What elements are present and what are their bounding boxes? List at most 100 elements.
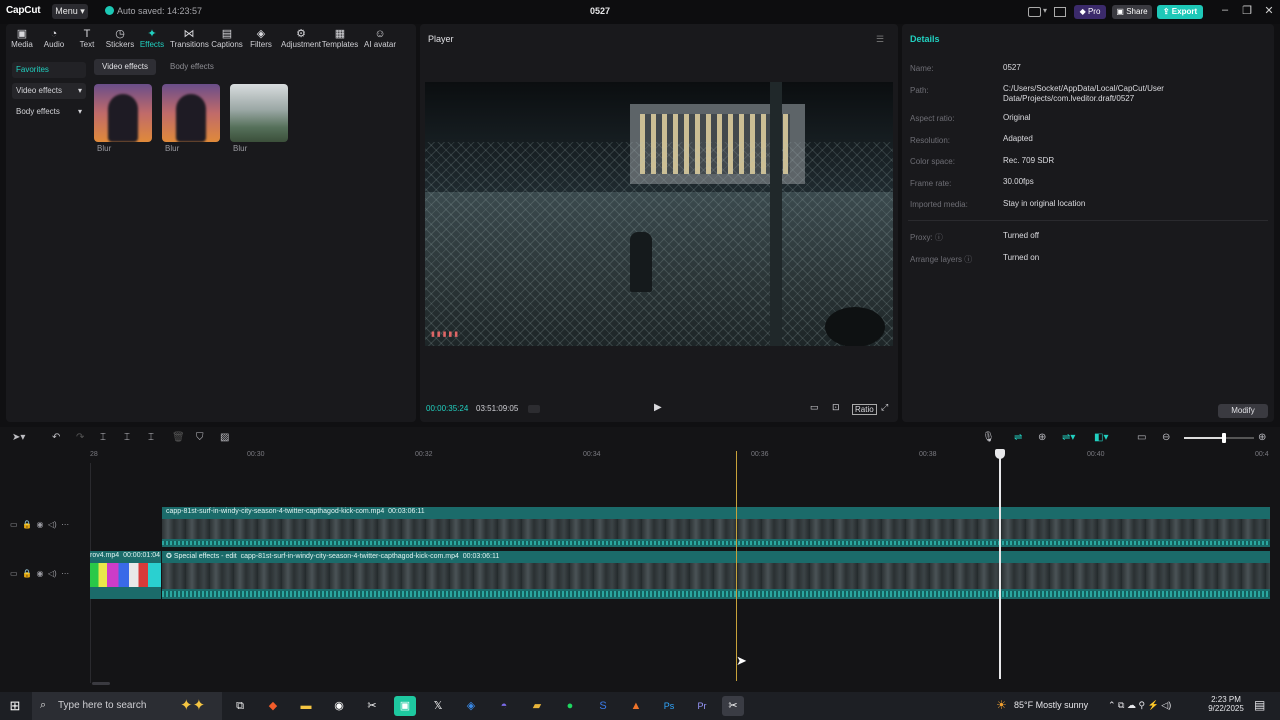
sparkle-icon[interactable]: ✦✦ [180,696,205,714]
brave-icon[interactable]: ◆ [262,696,284,716]
capcut-taskbar-icon[interactable]: ✂ [361,696,383,716]
playhead[interactable] [999,451,1001,679]
cover-icon[interactable]: ▭ [10,569,18,578]
effect-thumbnail[interactable] [162,84,220,142]
share-button[interactable]: ▣ Share [1112,5,1152,19]
visibility-icon[interactable]: ◉ [36,520,43,529]
fullscreen-preview-icon[interactable]: ▭ [810,402,819,413]
zoom-slider-handle[interactable] [1222,433,1226,443]
sidebar-item-favorites[interactable]: Favorites [12,62,86,78]
mute-icon[interactable]: ◁) [48,520,57,529]
video-preview[interactable]: ▮ ▮ ▮ ▮ ▮ [425,82,893,346]
clip-frames [162,519,1270,539]
more-icon[interactable]: ⋯ [61,569,69,578]
ruler-label: 00:40 [1087,451,1105,458]
chrome-icon[interactable]: ◉ [328,696,350,716]
ai-avatar-icon: ☺ [374,28,386,40]
discord-icon[interactable]: ◓ [493,696,515,716]
app-icon[interactable]: ▰ [526,696,548,716]
photoshop-icon[interactable]: Ps [658,696,680,716]
auto-snap-icon[interactable]: ⊕ [1038,432,1046,443]
effect-thumbnail[interactable] [94,84,152,142]
main-track-magnet-icon[interactable]: ⇌ [1014,432,1022,443]
minimize-icon[interactable]: – [1217,4,1233,16]
windows-start-icon[interactable]: ⊞ [4,696,26,716]
timecode-toggle[interactable] [528,405,540,413]
templates-icon: ▦ [334,28,346,40]
effect-thumbnail[interactable] [230,84,288,142]
tab-captions[interactable]: ▤ Captions [208,28,246,49]
tab-transitions[interactable]: ⋈ Transitions [170,28,209,49]
visibility-icon[interactable]: ◉ [36,569,43,578]
app-icon[interactable]: ◈ [460,696,482,716]
caption-icon[interactable]: ▭ [1137,432,1146,443]
x-app-icon[interactable]: 𝕏 [427,696,449,716]
zoom-in-icon[interactable]: ⊕ [1258,432,1266,443]
menu-button[interactable]: Menu ▾ [52,4,88,19]
delete-icon[interactable]: 🗑 [172,432,185,443]
crop-icon[interactable]: ▨ [220,432,229,443]
modify-button[interactable]: Modify [1218,404,1268,418]
tab-templates[interactable]: ▦ Templates [321,28,359,49]
zoom-slider[interactable] [1184,433,1254,443]
video-clip[interactable]: ✪ Special effects - edit capp-81st-surf-… [162,551,1270,599]
maximize-icon[interactable]: ❐ [1239,4,1255,17]
clock[interactable]: 2:23 PM 9/22/2025 [1200,695,1252,713]
video-clip[interactable]: capp-81st-surf-in-windy-city-season-4-tw… [162,507,1270,547]
weather-text[interactable]: 85°F Mostly sunny [1014,700,1088,710]
lock-icon[interactable]: 🔒 [22,520,32,529]
close-icon[interactable]: ✕ [1261,4,1277,17]
pro-button[interactable]: ◆ Pro [1074,5,1106,19]
layout-dropdown-icon[interactable]: ▾ [1043,6,1047,15]
premiere-icon[interactable]: Pr [691,696,713,716]
chain-fence [425,142,893,346]
shortcut-icon[interactable] [1054,7,1066,17]
tab-ai-avatar[interactable]: ☺ AI avatar [358,28,402,49]
split-left-icon[interactable]: ⌶ [124,432,130,443]
proxy-toggle[interactable]: Turned off [1003,231,1243,241]
capcut-active-icon[interactable]: ✂ [722,696,744,716]
play-icon[interactable]: ▶ [654,402,662,413]
preview-axis-icon[interactable]: ◧▾ [1094,432,1108,443]
app-icon[interactable]: ▲ [625,696,647,716]
layout-icon[interactable] [1028,7,1041,17]
more-icon[interactable]: ⋯ [61,520,69,529]
tab-filters[interactable]: ◈ Filters [242,28,280,49]
horizontal-scrollbar[interactable] [92,682,110,685]
undo-icon[interactable]: ↶ [52,432,60,443]
app-icon[interactable]: ▣ [394,696,416,716]
task-view-icon[interactable]: ⧉ [229,696,251,716]
arrange-layers-toggle[interactable]: Turned on [1003,253,1243,263]
microphone-icon[interactable]: 🎙 [982,432,995,443]
redo-icon[interactable]: ↷ [76,432,84,443]
notifications-icon[interactable]: ▤ [1254,698,1265,712]
zoom-out-icon[interactable]: ⊖ [1162,432,1170,443]
sidebar-item-video-effects[interactable]: Video effects ▾ [12,83,86,99]
video-clip-prev[interactable]: rov4.mp4 00:00:01:04 [90,551,161,599]
tab-body-effects[interactable]: Body effects [162,59,222,75]
marker-icon[interactable]: ⛉ [196,432,204,443]
file-explorer-icon[interactable]: ▬ [295,696,317,716]
split-icon[interactable]: ⌶ [100,432,106,443]
mute-icon[interactable]: ◁) [48,569,57,578]
player-menu-icon[interactable]: ☰ [876,34,884,45]
cover-icon[interactable]: ▭ [10,520,18,529]
sidebar-item-body-effects[interactable]: Body effects ▾ [12,104,86,120]
app-icon[interactable]: S [592,696,614,716]
spotify-icon[interactable]: ● [559,696,581,716]
tray-icons[interactable]: ⌃ ⧉ ☁ ⚲ ⚡ ◁) [1108,700,1171,711]
snapshot-icon[interactable]: ⊡ [832,402,840,413]
split-right-icon[interactable]: ⌶ [148,432,154,443]
search-icon: ⌕ [40,699,47,711]
expand-icon[interactable]: ⤢ [881,402,888,413]
playhead-handle[interactable] [995,449,1005,459]
export-button[interactable]: ⇪ Export [1157,5,1203,19]
linkage-icon[interactable]: ⇌▾ [1062,432,1075,443]
timeline-ruler[interactable]: 28 00:30 00:32 00:34 00:36 00:38 00:40 0… [90,449,1280,463]
select-tool-icon[interactable]: ➤▾ [12,432,25,443]
ratio-icon[interactable]: Ratio [852,404,877,415]
tab-adjustment[interactable]: ⚙ Adjustment [280,28,322,49]
tab-effects[interactable]: ✦ Effects [133,28,171,49]
tab-video-effects[interactable]: Video effects [94,59,156,75]
lock-icon[interactable]: 🔒 [22,569,32,578]
